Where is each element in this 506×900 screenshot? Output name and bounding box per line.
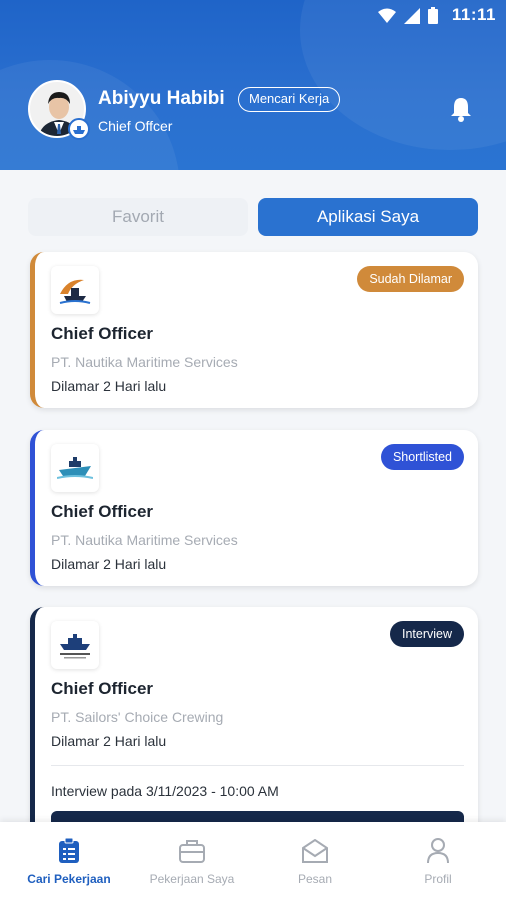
tab-aplikasi-saya[interactable]: Aplikasi Saya [258,198,478,236]
job-status-chip[interactable]: Mencari Kerja [238,87,341,112]
application-card[interactable]: Sudah Dilamar Chief Officer PT. Nautika … [30,252,478,408]
nav-label: Pekerjaan Saya [149,872,235,886]
clock: 11:11 [451,5,496,24]
nav-profil[interactable]: Profil [375,836,501,886]
company-logo [51,444,99,492]
nav-pesan[interactable]: Pesan [252,836,378,886]
status-badge: Sudah Dilamar [357,266,464,292]
nav-label: Cari Pekerjaan [27,872,111,886]
card-divider [51,765,464,766]
signal-icon [404,7,420,24]
tab-favorit[interactable]: Favorit [28,198,248,236]
battery-icon [428,7,438,24]
application-tabs: Favorit Aplikasi Saya [28,198,478,236]
user-name: Abiyyu Habibi [98,88,225,109]
company-name: PT. Nautika Maritime Services [51,354,238,370]
nav-label: Pesan [297,872,333,886]
job-title: Chief Officer [51,324,154,343]
interview-schedule: Interview pada 3/11/2023 - 10:00 AM [51,783,279,799]
user-role: Chief Offcer [98,118,173,134]
briefcase-icon [129,836,255,866]
company-name: PT. Sailors' Choice Crewing [51,709,224,725]
nav-label: Profil [424,872,452,886]
clipboard-icon [6,836,132,866]
bottom-navigation: Cari Pekerjaan Pekerjaan Saya Pesan Prof… [0,822,506,900]
notification-bell-icon[interactable] [450,96,472,127]
status-badge: Interview [389,621,464,647]
profile-summary: Abiyyu Habibi Mencari Kerja Chief Offcer [28,80,478,140]
nav-cari-pekerjaan[interactable]: Cari Pekerjaan [6,836,132,886]
status-bar: 11:11 [0,0,506,30]
applied-date: Dilamar 2 Hari lalu [51,556,167,572]
application-card[interactable]: Shortlisted Chief Officer PT. Nautika Ma… [30,430,478,586]
verified-ship-icon [68,118,90,140]
job-title: Chief Officer [51,679,154,698]
company-name: PT. Nautika Maritime Services [51,532,238,548]
applied-date: Dilamar 2 Hari lalu [51,378,167,394]
applied-date: Dilamar 2 Hari lalu [51,733,167,749]
app-header: 11:11 Abiyyu Habibi Mencari Kerja Chief … [0,0,506,170]
company-logo [51,621,99,669]
person-icon [375,836,501,866]
nav-pekerjaan-saya[interactable]: Pekerjaan Saya [129,836,255,886]
company-logo [51,266,99,314]
wifi-icon [378,8,396,23]
status-badge: Shortlisted [380,444,464,470]
mail-icon [252,836,378,866]
job-title: Chief Officer [51,502,154,521]
